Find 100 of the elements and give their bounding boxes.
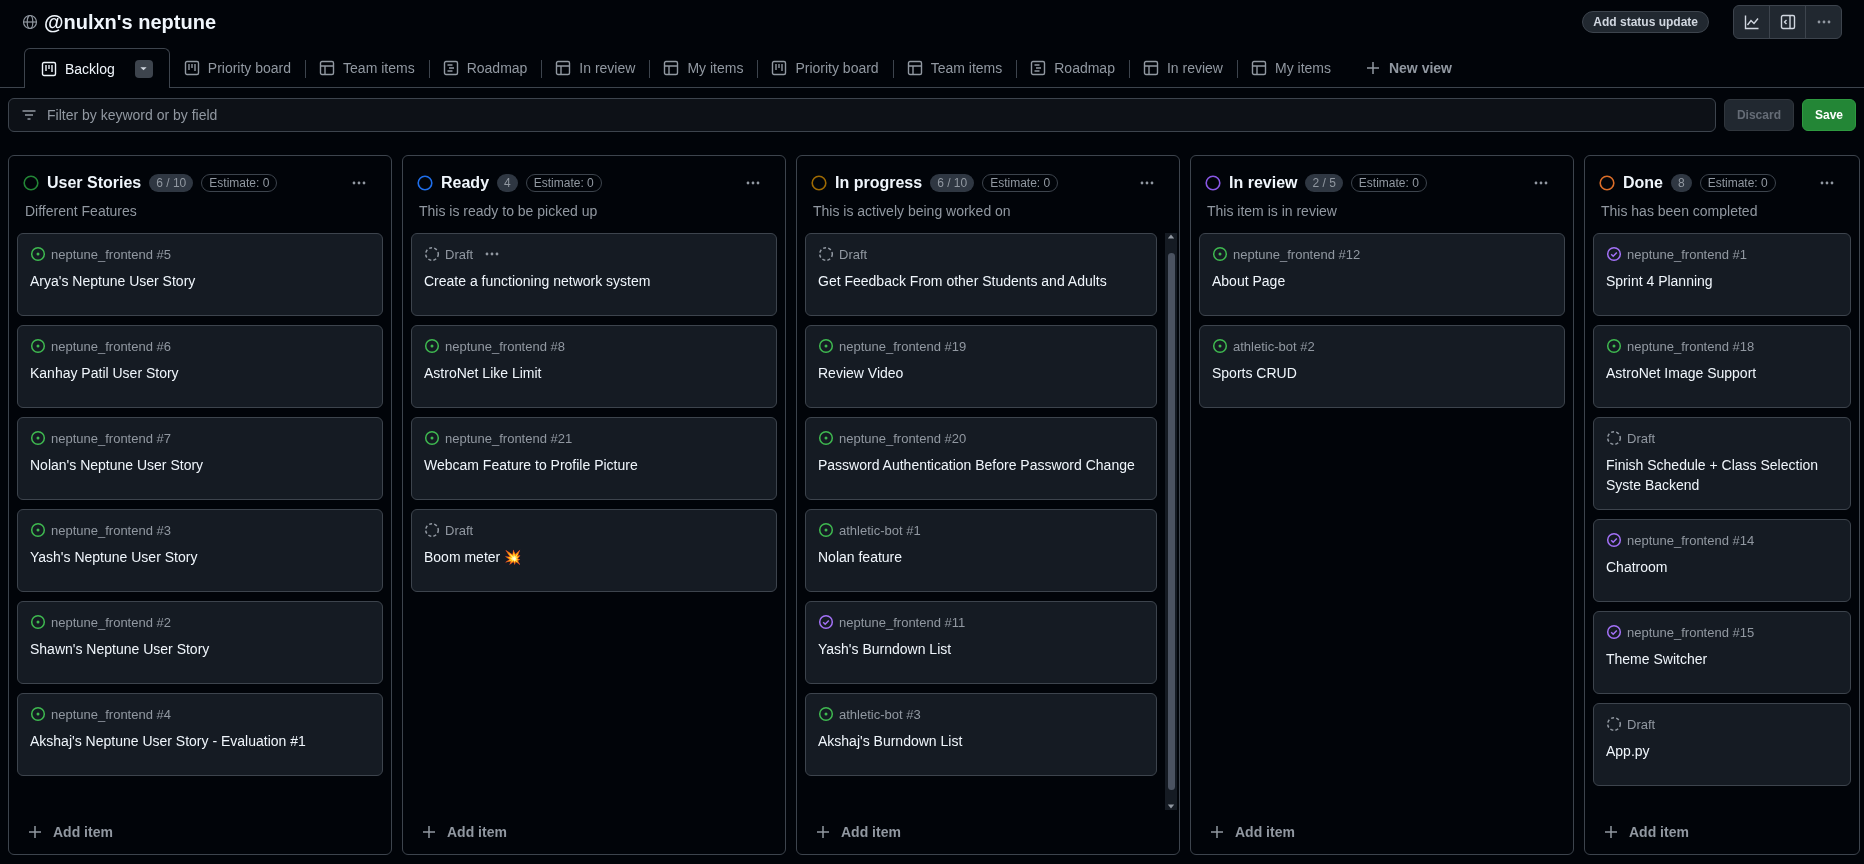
item-card[interactable]: neptune_frontend #5 Arya's Neptune User Story — [17, 233, 383, 316]
add-item-button[interactable]: Add item — [1585, 810, 1859, 854]
item-title: Create a functioning network system — [424, 272, 652, 291]
item-reference: Draft — [839, 246, 868, 262]
item-card[interactable]: athletic-bot #2 Sports CRUD — [1199, 325, 1565, 408]
open-issue-icon — [818, 338, 834, 354]
item-reference: athletic-bot #3 — [839, 706, 921, 722]
item-title: Sports CRUD — [1212, 364, 1298, 383]
item-title: Get Feedback From other Students and Adults — [818, 272, 1108, 291]
new-view-button[interactable]: New view — [1344, 49, 1466, 87]
column-description: Different Features — [24, 202, 138, 221]
item-count: 6 / 10 — [149, 174, 194, 192]
item-title: Password Authentication Before Password Change — [818, 456, 1136, 475]
item-card[interactable]: neptune_frontend #7 Nolan's Neptune User Story — [17, 417, 383, 500]
table-icon — [1250, 60, 1267, 76]
open-issue-icon — [818, 706, 834, 722]
filter-bar[interactable]: Filter by keyword or by field — [8, 98, 1716, 132]
add-item-button[interactable]: Add item — [1191, 810, 1573, 854]
add-item-button[interactable]: Add item — [9, 810, 391, 854]
open-issue-icon — [818, 522, 834, 538]
plus-icon — [1603, 824, 1619, 840]
line-chart-icon — [1743, 14, 1760, 30]
item-card[interactable]: Draft Boom meter 💥 — [411, 509, 777, 592]
view-tab[interactable]: Roadmap — [428, 49, 542, 87]
scroll-down-icon — [1167, 802, 1175, 810]
item-card[interactable]: neptune_frontend #15 Theme Switcher — [1593, 611, 1851, 694]
column-title: In review — [1229, 174, 1298, 192]
view-tab[interactable]: My items — [649, 49, 758, 87]
item-title: Chatroom — [1606, 558, 1669, 577]
item-card[interactable]: neptune_frontend #8 AstroNet Like Limit — [411, 325, 777, 408]
table-icon — [555, 60, 572, 76]
item-card[interactable]: neptune_frontend #12 About Page — [1199, 233, 1565, 316]
item-card[interactable]: Draft Get Feedback From other Students and Adults — [805, 233, 1157, 316]
item-title: Nolan feature — [818, 548, 904, 567]
view-tab[interactable]: In review — [1128, 49, 1237, 87]
open-issue-icon — [30, 522, 46, 538]
item-reference: neptune_frontend #6 — [51, 338, 171, 354]
column-title: User Stories — [47, 174, 142, 192]
item-card[interactable]: neptune_frontend #6 Kanhay Patil User Story — [17, 325, 383, 408]
view-tab[interactable]: Team items — [892, 49, 1017, 87]
save-button[interactable]: Save — [1801, 99, 1856, 131]
view-tab[interactable]: Team items — [305, 49, 429, 87]
item-card[interactable]: neptune_frontend #11 Yash's Burndown List — [805, 601, 1157, 684]
item-card[interactable]: neptune_frontend #1 Sprint 4 Planning — [1593, 233, 1851, 316]
item-reference: neptune_frontend #3 — [51, 522, 171, 538]
item-card[interactable]: neptune_frontend #21 Webcam Feature to Profile Picture — [411, 417, 777, 500]
item-reference: Draft — [1627, 716, 1656, 732]
item-card[interactable]: neptune_frontend #14 Chatroom — [1593, 519, 1851, 602]
column-title: Done — [1623, 174, 1663, 192]
board-icon — [771, 60, 788, 76]
filter-field[interactable]: Filter by keyword or by field — [45, 106, 1703, 124]
view-tab[interactable]: In review — [541, 49, 650, 87]
add-item-button[interactable]: Add item — [797, 810, 1179, 854]
item-title: Review Video — [818, 364, 905, 383]
item-card[interactable]: neptune_frontend #19 Review Video — [805, 325, 1157, 408]
item-reference: neptune_frontend #4 — [51, 706, 171, 722]
item-card[interactable]: neptune_frontend #2 Shawn's Neptune User Story — [17, 601, 383, 684]
table-icon — [906, 60, 923, 76]
item-card[interactable]: neptune_frontend #3 Yash's Neptune User Story — [17, 509, 383, 592]
item-card[interactable]: Draft Create a functioning network system — [411, 233, 777, 316]
item-reference: neptune_frontend #21 — [445, 430, 573, 446]
item-reference: athletic-bot #1 — [839, 522, 921, 538]
item-reference: Draft — [1627, 430, 1656, 446]
plus-icon — [815, 824, 831, 840]
item-card[interactable]: neptune_frontend #4 Akshaj's Neptune User Story - Evaluation #1 — [17, 693, 383, 776]
item-card[interactable]: athletic-bot #1 Nolan feature — [805, 509, 1157, 592]
open-issue-icon — [424, 430, 440, 446]
view-tab[interactable]: Roadmap — [1016, 49, 1129, 87]
item-card[interactable]: neptune_frontend #20 Password Authentication Before Password Change — [805, 417, 1157, 500]
globe-icon — [22, 14, 38, 30]
item-card[interactable]: neptune_frontend #18 AstroNet Image Support — [1593, 325, 1851, 408]
add-status-update-button[interactable]: Add status update — [1582, 11, 1709, 33]
item-card[interactable]: Draft App.py — [1593, 703, 1851, 786]
column-title: Ready — [441, 174, 490, 192]
item-reference: neptune_frontend #5 — [51, 246, 171, 262]
item-title: App.py — [1606, 742, 1651, 761]
filter-icon — [21, 107, 37, 123]
open-issue-icon — [818, 430, 834, 446]
view-options-button[interactable] — [134, 59, 153, 78]
scrollbar[interactable] — [1165, 233, 1177, 810]
add-item-button[interactable]: Add item — [403, 810, 785, 854]
item-title: Shawn's Neptune User Story — [30, 640, 211, 659]
view-tab[interactable]: My items — [1236, 49, 1345, 87]
open-issue-icon — [30, 614, 46, 630]
item-reference: athletic-bot #2 — [1233, 338, 1315, 354]
sidebar-icon — [1779, 14, 1796, 30]
item-reference: neptune_frontend #12 — [1233, 246, 1361, 262]
item-title: Yash's Burndown List — [818, 640, 953, 659]
item-reference: neptune_frontend #1 — [1627, 246, 1747, 262]
item-title: AstroNet Image Support — [1606, 364, 1758, 383]
item-title: Akshaj's Burndown List — [818, 732, 964, 751]
view-tab[interactable]: Priority board — [169, 49, 306, 87]
view-tab[interactable]: Priority board — [757, 49, 893, 87]
item-card[interactable]: Draft Finish Schedule + Class Selection Syste Backend — [1593, 417, 1851, 510]
plus-icon — [421, 824, 437, 840]
item-count: 2 / 5 — [1305, 174, 1343, 192]
item-reference: Draft — [445, 522, 474, 538]
plus-icon — [1364, 60, 1381, 76]
item-card[interactable]: athletic-bot #3 Akshaj's Burndown List — [805, 693, 1157, 776]
view-tab[interactable]: Backlog — [24, 48, 170, 88]
